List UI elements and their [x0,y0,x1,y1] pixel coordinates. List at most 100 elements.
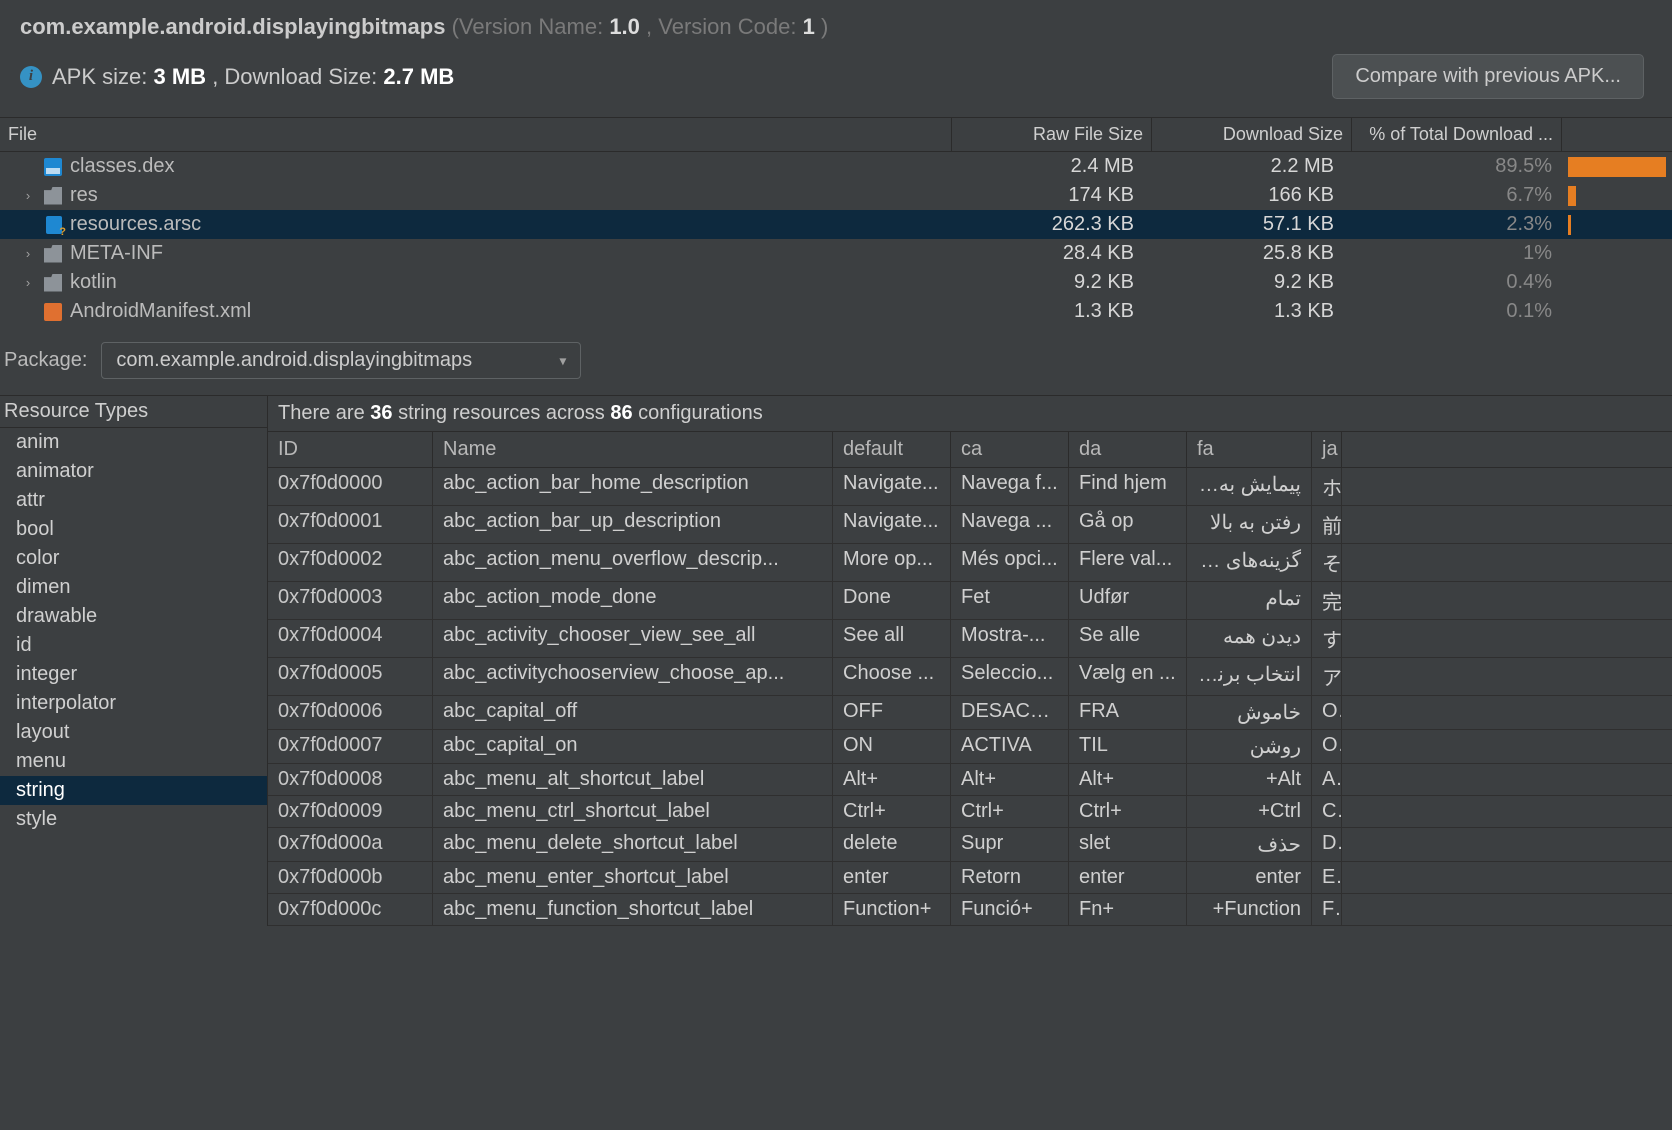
cell-da: Alt+ [1069,764,1187,795]
resource-type-item[interactable]: style [0,805,267,834]
cell-ca: Alt+ [951,764,1069,795]
download-percent: 0.1% [1352,300,1562,323]
th-file[interactable]: File [0,118,952,151]
string-row[interactable]: 0x7f0d0008abc_menu_alt_shortcut_labelAlt… [268,764,1672,796]
th-da[interactable]: da [1069,432,1187,467]
string-row[interactable]: 0x7f0d0005abc_activitychooserview_choose… [268,658,1672,696]
disclosure-icon[interactable]: › [20,188,36,203]
resource-type-item[interactable]: id [0,631,267,660]
th-name[interactable]: Name [433,432,833,467]
apk-size-label: APK size: [52,64,147,89]
disclosure-icon[interactable]: › [20,275,36,290]
file-row[interactable]: ›kotlin9.2 KB9.2 KB0.4% [0,268,1672,297]
resource-type-item[interactable]: string [0,776,267,805]
resource-type-item[interactable]: bool [0,515,267,544]
download-bar [1562,244,1672,264]
cell-da: Vælg en ... [1069,658,1187,695]
cell-name: abc_action_mode_done [433,582,833,619]
file-row[interactable]: resources.arsc262.3 KB57.1 KB2.3% [0,210,1672,239]
string-row[interactable]: 0x7f0d0002abc_action_menu_overflow_descr… [268,544,1672,582]
cell-ca: Funció+ [951,894,1069,925]
raw-file-size: 1.3 KB [952,300,1152,323]
package-name: com.example.android.displayingbitmaps [20,14,445,39]
cell-default: Ctrl+ [833,796,951,827]
resource-type-item[interactable]: drawable [0,602,267,631]
package-selector[interactable]: com.example.android.displayingbitmaps [101,342,581,379]
file-row[interactable]: classes.dex2.4 MB2.2 MB89.5% [0,152,1672,181]
string-table-header: ID Name default ca da fa ja [268,432,1672,468]
file-row[interactable]: AndroidManifest.xml1.3 KB1.3 KB0.1% [0,297,1672,326]
string-row[interactable]: 0x7f0d0003abc_action_mode_doneDoneFetUdf… [268,582,1672,620]
cell-ca: Navega f... [951,468,1069,505]
th-default[interactable]: default [833,432,951,467]
cell-name: abc_menu_ctrl_shortcut_label [433,796,833,827]
download-bar [1562,302,1672,322]
download-file-size: 57.1 KB [1152,213,1352,236]
th-id[interactable]: ID [268,432,433,467]
cell-ca: DESACTI... [951,696,1069,729]
cell-default: enter [833,862,951,893]
cell-name: abc_action_menu_overflow_descrip... [433,544,833,581]
cell-fa: روشن [1187,730,1312,763]
resource-type-item[interactable]: dimen [0,573,267,602]
file-icon [44,187,62,205]
download-percent: 0.4% [1352,271,1562,294]
string-row[interactable]: 0x7f0d0009abc_menu_ctrl_shortcut_labelCt… [268,796,1672,828]
resource-type-item[interactable]: color [0,544,267,573]
string-row[interactable]: 0x7f0d0000abc_action_bar_home_descriptio… [268,468,1672,506]
cell-ca: ACTIVA [951,730,1069,763]
string-row[interactable]: 0x7f0d000cabc_menu_function_shortcut_lab… [268,894,1672,926]
cell-id: 0x7f0d000b [268,862,433,893]
resource-type-item[interactable]: menu [0,747,267,776]
string-row[interactable]: 0x7f0d000aabc_menu_delete_shortcut_label… [268,828,1672,862]
download-size-value: 2.7 MB [383,64,454,89]
string-row[interactable]: 0x7f0d000babc_menu_enter_shortcut_labele… [268,862,1672,894]
file-icon [46,216,62,234]
cell-ja: そ [1312,544,1342,581]
resource-type-item[interactable]: attr [0,486,267,515]
file-row[interactable]: ›META-INF28.4 KB25.8 KB1% [0,239,1672,268]
download-percent: 2.3% [1352,213,1562,236]
th-ca[interactable]: ca [951,432,1069,467]
file-name: AndroidManifest.xml [70,300,251,323]
raw-file-size: 28.4 KB [952,242,1152,265]
resource-type-item[interactable]: integer [0,660,267,689]
resource-type-item[interactable]: anim [0,428,267,457]
file-row[interactable]: ›res174 KB166 KB6.7% [0,181,1672,210]
string-row[interactable]: 0x7f0d0006abc_capital_offOFFDESACTI...FR… [268,696,1672,730]
disclosure-icon[interactable]: › [20,246,36,261]
cell-ja: ア [1312,658,1342,695]
th-raw-size[interactable]: Raw File Size [952,118,1152,151]
string-row[interactable]: 0x7f0d0004abc_activity_chooser_view_see_… [268,620,1672,658]
version-code-value: 1 [803,14,815,39]
download-bar [1562,215,1672,235]
cell-fa: Alt+ [1187,764,1312,795]
th-pct-download[interactable]: % of Total Download ... [1352,118,1562,151]
cell-id: 0x7f0d0008 [268,764,433,795]
string-row[interactable]: 0x7f0d0001abc_action_bar_up_descriptionN… [268,506,1672,544]
resource-type-item[interactable]: interpolator [0,689,267,718]
cell-name: abc_activity_chooser_view_see_all [433,620,833,657]
download-file-size: 2.2 MB [1152,155,1352,178]
cell-ja: Al [1312,764,1342,795]
string-row[interactable]: 0x7f0d0007abc_capital_onONACTIVATILروشنO… [268,730,1672,764]
cell-name: abc_menu_delete_shortcut_label [433,828,833,861]
cell-default: Alt+ [833,764,951,795]
resource-type-item[interactable]: animator [0,457,267,486]
resource-type-item[interactable]: layout [0,718,267,747]
th-download-size[interactable]: Download Size [1152,118,1352,151]
cell-ja: Fu [1312,894,1342,925]
cell-ja: De [1312,828,1342,861]
compare-apk-button[interactable]: Compare with previous APK... [1332,54,1644,99]
th-fa[interactable]: fa [1187,432,1312,467]
cell-ca: Fet [951,582,1069,619]
cell-fa: خاموش [1187,696,1312,729]
th-ja[interactable]: ja [1312,432,1342,467]
cell-fa: حذف [1187,828,1312,861]
download-bar [1562,186,1672,206]
cell-id: 0x7f0d000c [268,894,433,925]
cell-fa: انتخاب برنامه [1187,658,1312,695]
file-name: res [70,184,98,207]
cell-da: TIL [1069,730,1187,763]
download-file-size: 25.8 KB [1152,242,1352,265]
